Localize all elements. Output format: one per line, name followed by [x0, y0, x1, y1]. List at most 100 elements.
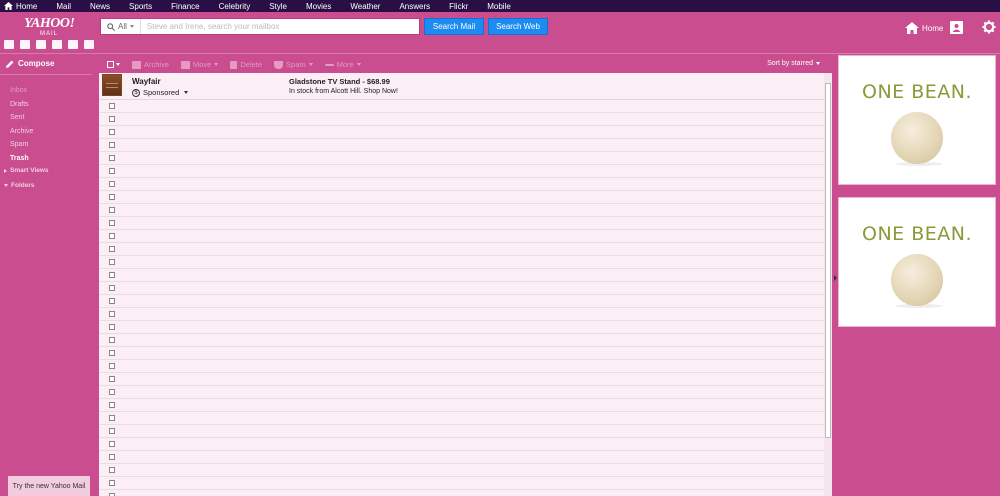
spam-label: Spam	[286, 60, 306, 69]
topnav-weather[interactable]: Weather	[350, 2, 380, 11]
app-switcher	[4, 40, 94, 49]
messenger-app-icon[interactable]	[68, 40, 78, 49]
topnav-flickr[interactable]: Flickr	[449, 2, 468, 11]
gear-icon[interactable]	[982, 20, 996, 34]
row-checkbox[interactable]	[109, 194, 115, 200]
calendar-app-icon[interactable]	[36, 40, 46, 49]
topnav-answers-label: Answers	[399, 1, 431, 11]
topnav-movies[interactable]: Movies	[306, 2, 331, 11]
list-item	[99, 386, 824, 399]
topnav-style[interactable]: Style	[269, 2, 287, 11]
topnav-mail-label: Mail	[56, 1, 72, 11]
home-icon	[4, 2, 13, 10]
topnav-celebrity[interactable]: Celebrity	[219, 2, 251, 11]
row-checkbox[interactable]	[109, 233, 115, 239]
search-scope-label: All	[118, 22, 127, 31]
search-mail-button[interactable]: Search Mail	[424, 18, 484, 35]
row-checkbox[interactable]	[109, 376, 115, 382]
topnav-mobile[interactable]: Mobile	[487, 2, 511, 11]
row-checkbox[interactable]	[109, 259, 115, 265]
topnav-news[interactable]: News	[90, 2, 110, 11]
row-checkbox[interactable]	[109, 246, 115, 252]
row-checkbox[interactable]	[109, 168, 115, 174]
sponsored-message-row[interactable]: Wayfair $ Sponsored Gladstone TV Stand -…	[99, 73, 824, 100]
row-checkbox[interactable]	[109, 480, 115, 486]
archive-button[interactable]: Archive	[132, 60, 169, 69]
row-checkbox[interactable]	[109, 415, 115, 421]
topnav-answers[interactable]: Answers	[399, 2, 430, 11]
newsfeed-app-icon[interactable]	[84, 40, 94, 49]
select-all-dropdown[interactable]	[107, 61, 120, 68]
move-label: Move	[193, 60, 212, 69]
row-checkbox[interactable]	[109, 467, 115, 473]
spam-button[interactable]: Spam	[274, 60, 313, 69]
sidebar-item-inbox[interactable]: Inbox	[10, 84, 33, 98]
row-checkbox[interactable]	[109, 298, 115, 304]
list-item	[99, 178, 824, 191]
contacts-button[interactable]	[950, 21, 963, 34]
home-link[interactable]: Home	[905, 22, 943, 34]
move-button[interactable]: Move	[181, 60, 219, 69]
row-checkbox[interactable]	[109, 350, 115, 356]
row-checkbox[interactable]	[109, 324, 115, 330]
mail-app-icon[interactable]	[4, 40, 14, 49]
row-checkbox[interactable]	[109, 311, 115, 317]
list-item	[99, 113, 824, 126]
row-checkbox[interactable]	[109, 220, 115, 226]
one-bean-ad-top[interactable]: ONE BEAN.	[838, 55, 996, 185]
collapse-ads-arrow-icon[interactable]	[834, 275, 837, 281]
search-scope-dropdown[interactable]: All	[101, 19, 141, 34]
sponsored-dropdown[interactable]: $ Sponsored	[132, 88, 189, 97]
row-checkbox[interactable]	[109, 129, 115, 135]
list-item	[99, 126, 824, 139]
sidebar-item-drafts[interactable]: Drafts	[10, 98, 33, 112]
row-checkbox[interactable]	[109, 103, 115, 109]
notepad-app-icon[interactable]	[52, 40, 62, 49]
sidebar-item-sent[interactable]: Sent	[10, 111, 33, 125]
folders-toggle[interactable]: Folders	[4, 182, 34, 189]
row-checkbox[interactable]	[109, 363, 115, 369]
topnav-sports[interactable]: Sports	[129, 2, 152, 11]
smart-views-toggle[interactable]: Smart Views	[4, 167, 49, 174]
chevron-down-icon	[816, 62, 820, 65]
sort-dropdown[interactable]: Sort by starred	[767, 60, 820, 67]
row-checkbox[interactable]	[109, 285, 115, 291]
compose-button[interactable]: Compose	[6, 59, 54, 68]
row-checkbox[interactable]	[109, 454, 115, 460]
list-item	[99, 243, 824, 256]
row-checkbox[interactable]	[109, 207, 115, 213]
sidebar-item-archive[interactable]: Archive	[10, 125, 33, 139]
search-input[interactable]	[140, 22, 419, 31]
delete-button[interactable]: Delete	[230, 60, 262, 69]
row-checkbox[interactable]	[109, 389, 115, 395]
row-checkbox[interactable]	[109, 155, 115, 161]
topnav-home[interactable]: Home	[4, 2, 37, 11]
bean-image	[891, 254, 943, 306]
row-checkbox[interactable]	[109, 441, 115, 447]
row-checkbox[interactable]	[109, 272, 115, 278]
topnav-celebrity-label: Celebrity	[218, 1, 251, 11]
row-checkbox[interactable]	[109, 181, 115, 187]
scrollbar-thumb[interactable]	[825, 83, 831, 438]
row-checkbox[interactable]	[109, 337, 115, 343]
row-checkbox[interactable]	[109, 428, 115, 434]
search-web-button[interactable]: Search Web	[488, 18, 548, 35]
one-bean-ad-bottom[interactable]: ONE BEAN.	[838, 197, 996, 327]
row-checkbox[interactable]	[109, 402, 115, 408]
row-checkbox[interactable]	[109, 116, 115, 122]
message-list-scrollbar[interactable]	[824, 73, 832, 496]
try-new-yahoo-mail-button[interactable]: Try the new Yahoo Mail	[8, 476, 90, 496]
more-button[interactable]: More	[324, 60, 361, 69]
list-item	[99, 334, 824, 347]
search-icon	[107, 22, 115, 31]
yahoo-mail-logo[interactable]: YAHOO! MAIL	[24, 17, 75, 38]
sidebar-item-trash[interactable]: Trash	[10, 152, 33, 166]
sidebar-item-spam[interactable]: Spam	[10, 138, 33, 152]
row-checkbox[interactable]	[109, 142, 115, 148]
contacts-app-icon[interactable]	[20, 40, 30, 49]
topnav-mail[interactable]: Mail	[56, 2, 71, 11]
sidebar-divider	[0, 74, 92, 75]
chevron-down-icon	[184, 91, 189, 94]
topnav-finance[interactable]: Finance	[171, 2, 199, 11]
select-all-checkbox[interactable]	[107, 61, 114, 68]
